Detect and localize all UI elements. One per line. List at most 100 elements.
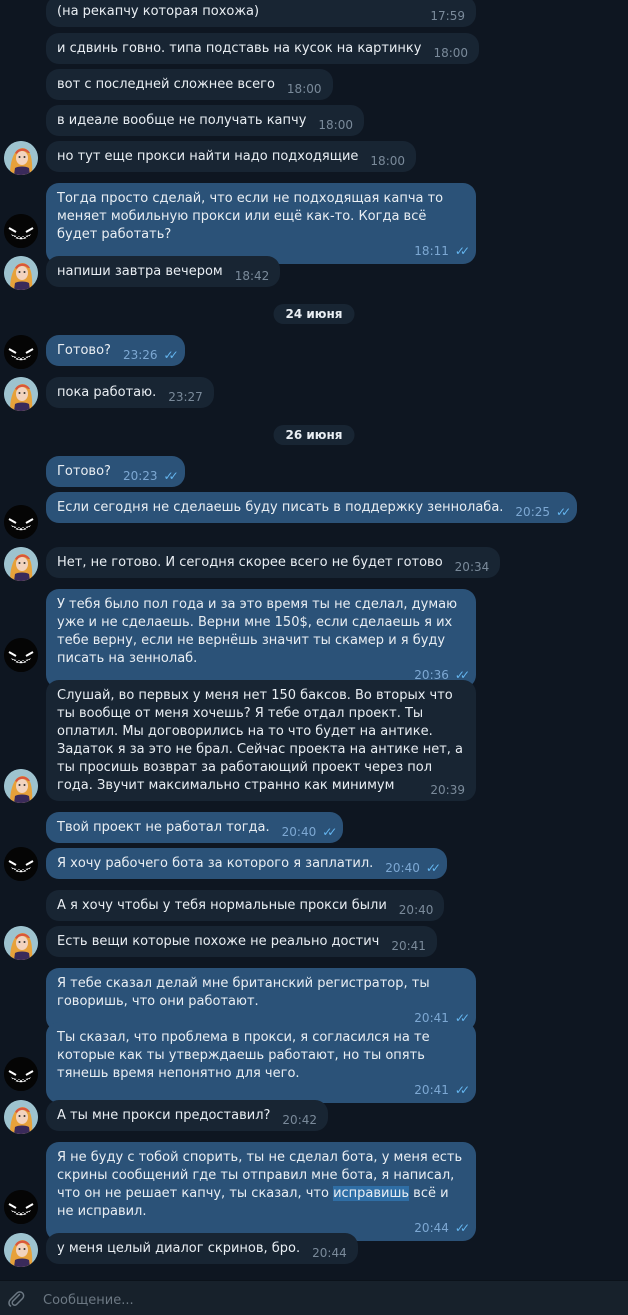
message-time: 20:44 <box>312 1246 347 1260</box>
message-outgoing: Готово? 20:23 ✓✓ <box>46 456 185 487</box>
message-time: 20:41 <box>391 939 426 953</box>
read-check-icon: ✓✓ <box>454 1221 470 1235</box>
user-avatar[interactable] <box>4 1190 38 1224</box>
avatar-image <box>4 214 38 248</box>
message-text: Я тебе сказал делай мне британский регис… <box>57 976 430 1009</box>
message-outgoing: У тебя было пол года и за это время ты н… <box>46 589 476 688</box>
read-check-icon: ✓✓ <box>322 825 337 839</box>
user-avatar[interactable] <box>4 1057 38 1091</box>
message-text: и сдвинь говно. типа подставь на кусок н… <box>57 41 422 56</box>
message-incoming: вот с последней сложнее всего 18:00 <box>46 69 333 100</box>
message-text: У тебя было пол года и за это время ты н… <box>57 597 458 666</box>
user-avatar[interactable] <box>4 847 38 881</box>
message-outgoing: Готово? 23:26 ✓✓ <box>46 335 185 366</box>
message-time: 20:40 <box>398 903 434 917</box>
message-text: А я хочу чтобы у тебя нормальные прокси … <box>57 898 387 913</box>
message-time: 20:25 ✓✓ <box>515 505 571 519</box>
message-incoming: и сдвинь говно. типа подставь на кусок н… <box>46 33 480 64</box>
message-time-text: 20:41 <box>414 1083 449 1097</box>
read-check-icon: ✓✓ <box>163 348 179 362</box>
user-avatar[interactable] <box>4 335 38 369</box>
message-incoming: напиши завтра вечером 18:42 <box>46 256 281 287</box>
message-time: 23:26 ✓✓ <box>123 348 179 362</box>
message-text: Слушай, во первых у меня нет 150 баксов.… <box>57 688 464 793</box>
message-time: 20:23 ✓✓ <box>122 469 179 483</box>
message-time: 18:00 <box>433 46 469 60</box>
selected-text[interactable]: исправишь <box>333 1186 410 1201</box>
date-separator: 24 июня <box>273 304 355 324</box>
user-avatar[interactable] <box>4 505 38 539</box>
avatar-image <box>4 1190 38 1224</box>
message-time-text: 20:44 <box>414 1221 449 1235</box>
message-time: 20:39 <box>430 783 465 797</box>
date-separator: 26 июня <box>273 425 355 445</box>
message-incoming: но тут еще прокси найти надо подходящие … <box>46 141 417 172</box>
message-text: Есть вещи которые похоже не реально дост… <box>57 934 380 949</box>
read-check-icon: ✓✓ <box>454 244 470 258</box>
read-check-icon: ✓✓ <box>163 469 179 483</box>
message-text: Если сегодня не сделаешь буду писать в п… <box>57 500 504 515</box>
contact-avatar[interactable] <box>4 1100 38 1134</box>
message-text: у меня целый диалог скринов, бро. <box>57 1241 301 1256</box>
message-outgoing: Если сегодня не сделаешь буду писать в п… <box>46 492 578 523</box>
message-outgoing: Тогда просто сделай, что если не подходя… <box>46 183 476 264</box>
message-time-text: 20:40 <box>281 825 317 839</box>
read-check-icon: ✓✓ <box>425 861 441 875</box>
message-text: Твой проект не работал тогда. <box>57 820 270 835</box>
message-text: в идеале вообще не получать капчу <box>57 113 307 128</box>
contact-avatar[interactable] <box>4 377 38 411</box>
message-text: вот с последней сложнее всего <box>57 77 275 92</box>
message-time: 18:00 <box>318 118 353 132</box>
avatar-image <box>4 505 38 539</box>
message-time: 17:59 <box>430 9 465 23</box>
contact-avatar[interactable] <box>4 769 38 803</box>
user-avatar[interactable] <box>4 638 38 672</box>
message-incoming: Нет, не готово. И сегодня скорее всего н… <box>46 547 501 578</box>
message-time-text: 20:23 <box>122 469 158 483</box>
contact-avatar[interactable] <box>4 256 38 290</box>
message-time: 20:40 ✓✓ <box>281 825 338 839</box>
message-time: 20:40 ✓✓ <box>385 861 441 875</box>
message-outgoing: Я не буду с тобой спорить, ты не сделал … <box>46 1142 476 1241</box>
read-check-icon: ✓✓ <box>556 505 571 519</box>
contact-avatar[interactable] <box>4 926 38 960</box>
message-time: 18:00 <box>370 154 406 168</box>
message-time: 18:42 <box>234 269 270 283</box>
paperclip-icon <box>8 1291 25 1307</box>
message-incoming: А ты мне прокси предоставил? 20:42 <box>46 1100 329 1131</box>
message-incoming: (на рекапчу которая похожа) 17:59 <box>46 0 476 27</box>
avatar-image <box>4 1057 38 1091</box>
message-input[interactable] <box>41 1289 605 1311</box>
user-avatar[interactable] <box>4 214 38 248</box>
message-text: Ты сказал, что проблема в прокси, я согл… <box>57 1030 430 1081</box>
message-incoming: А я хочу чтобы у тебя нормальные прокси … <box>46 890 445 921</box>
message-incoming: в идеале вообще не получать капчу 18:00 <box>46 105 364 136</box>
avatar-image <box>4 847 38 881</box>
avatar-image <box>4 769 38 803</box>
message-incoming: пока работаю. 23:27 <box>46 377 214 408</box>
message-time: 18:00 <box>286 82 322 96</box>
message-time: 20:42 <box>282 1113 318 1127</box>
avatar-image <box>4 638 38 672</box>
message-time-text: 18:11 <box>414 244 449 258</box>
message-composer <box>0 1280 628 1315</box>
message-text: (на рекапчу которая похожа) <box>57 4 260 19</box>
message-time-text: 20:40 <box>385 861 420 875</box>
message-feed[interactable]: (на рекапчу которая похожа) 17:59 и сдви… <box>0 0 628 1280</box>
contact-avatar[interactable] <box>4 1233 38 1267</box>
message-outgoing: Твой проект не работал тогда. 20:40 ✓✓ <box>46 812 344 843</box>
message-time-text: 20:25 <box>515 505 551 519</box>
message-text: напиши завтра вечером <box>57 264 223 279</box>
message-text: Готово? <box>57 343 111 358</box>
message-time: 20:34 <box>454 560 490 574</box>
message-incoming: у меня целый диалог скринов, бро. 20:44 <box>46 1233 358 1264</box>
avatar-image <box>4 1233 38 1267</box>
avatar-image <box>4 547 38 581</box>
avatar-image <box>4 377 38 411</box>
contact-avatar[interactable] <box>4 547 38 581</box>
message-outgoing: Я хочу рабочего бота за которого я запла… <box>46 848 447 879</box>
attach-icon[interactable] <box>7 1289 25 1307</box>
avatar-image <box>4 141 38 175</box>
contact-avatar[interactable] <box>4 141 38 175</box>
message-incoming: Слушай, во первых у меня нет 150 баксов.… <box>46 680 476 801</box>
